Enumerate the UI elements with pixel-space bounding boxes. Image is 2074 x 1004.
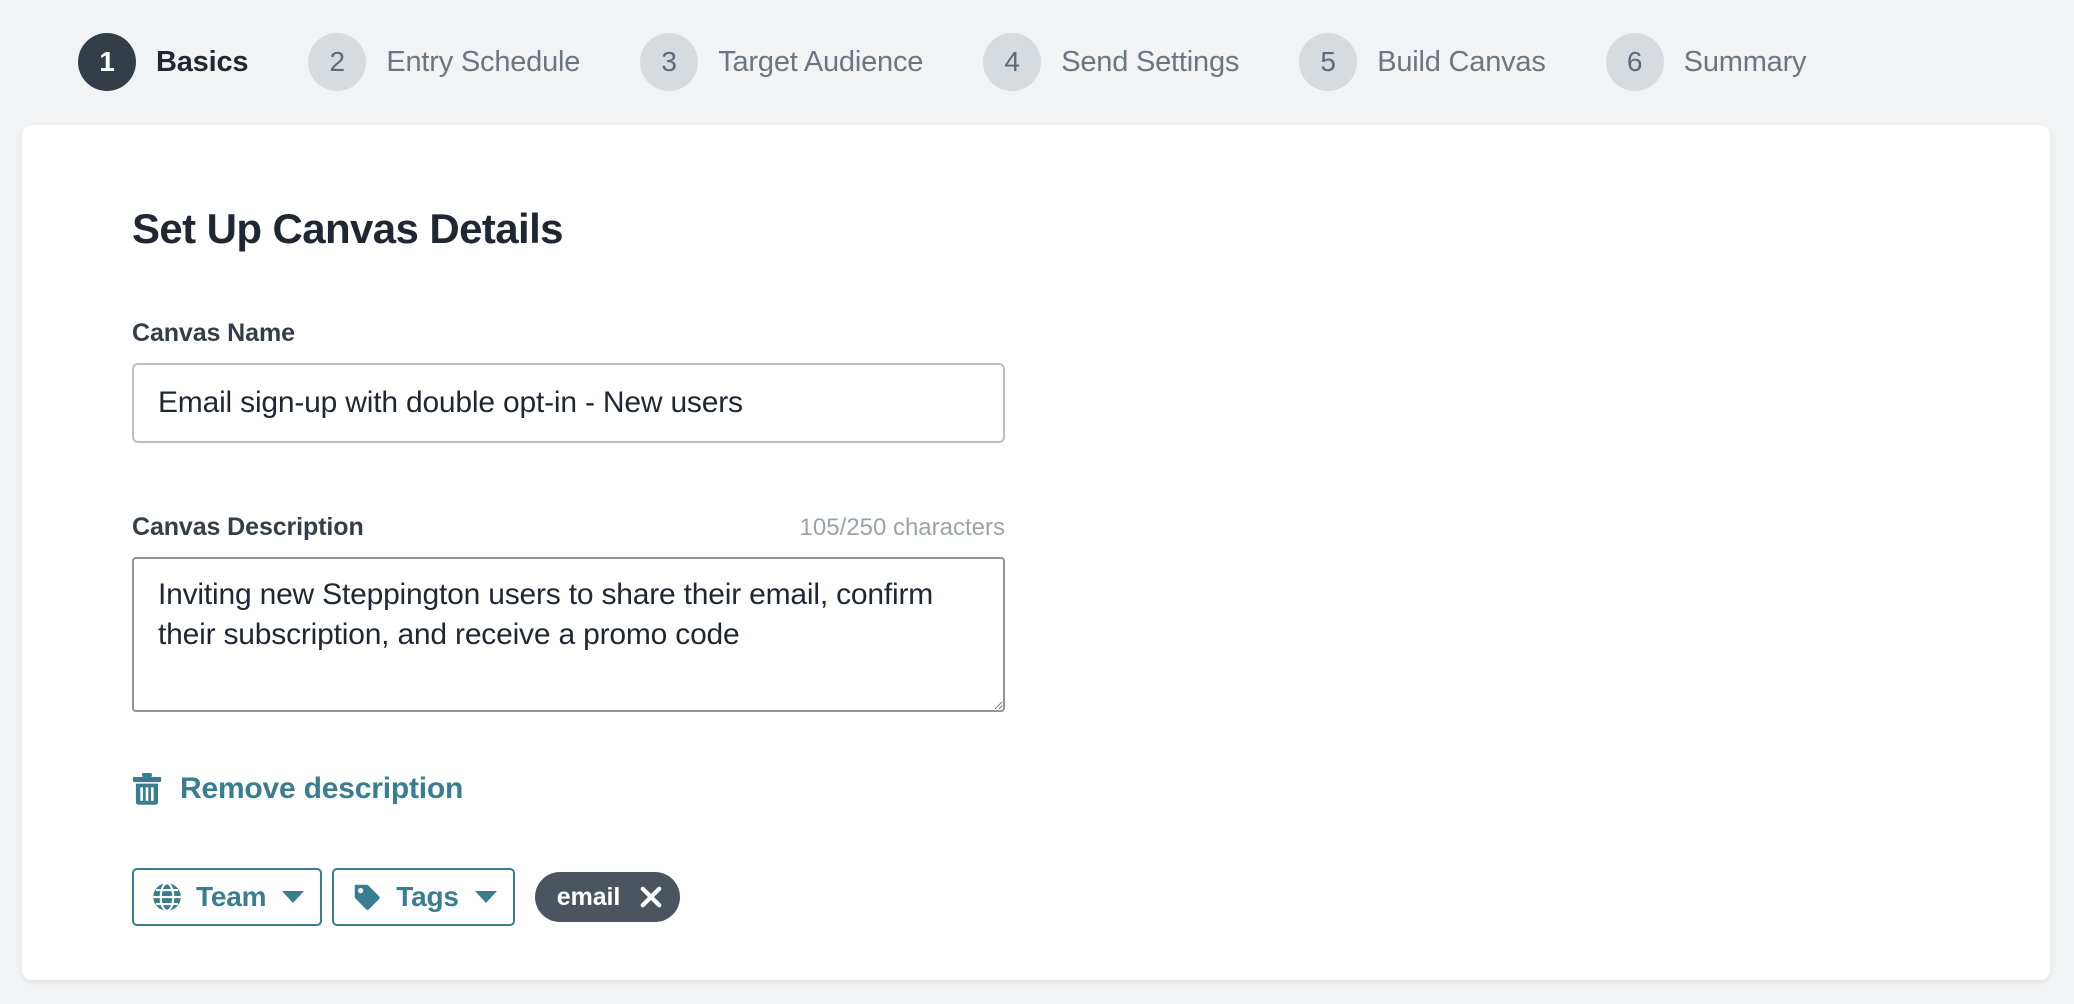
step-2-number: 2 [308,33,367,91]
remove-description-label: Remove description [180,772,464,805]
step-1-label: Basics [156,45,249,78]
globe-icon [152,882,182,912]
page-title: Set Up Canvas Details [132,205,564,252]
character-counter: 105/250 characters [799,514,1005,541]
trash-icon [132,773,162,805]
step-3-target-audience[interactable]: 3 Target Audience [640,33,923,91]
tags-dropdown-button[interactable]: Tags [332,868,515,926]
canvas-meta-button-row: Team Tags email [132,868,1932,926]
step-1-number: 1 [78,33,136,91]
remove-description-button[interactable]: Remove description [132,772,463,806]
canvas-name-label: Canvas Name [132,319,295,347]
card-content: Set Up Canvas Details Canvas Name Canvas… [132,205,1932,926]
canvas-description-label-row: Canvas Description 105/250 characters [132,513,1005,542]
tag-icon [352,882,382,912]
step-5-build-canvas[interactable]: 5 Build Canvas [1299,33,1546,91]
team-button-label: Team [196,881,267,912]
step-progress-bar: 1 Basics 2 Entry Schedule 3 Target Audie… [0,0,2074,124]
step-5-number: 5 [1299,33,1358,91]
step-6-number: 6 [1605,33,1664,91]
step-3-label: Target Audience [718,45,924,78]
step-6-label: Summary [1683,45,1807,78]
step-4-number: 4 [983,33,1042,91]
step-4-send-settings[interactable]: 4 Send Settings [983,33,1239,91]
step-3-number: 3 [640,33,699,91]
canvas-name-label-row: Canvas Name [132,319,1005,348]
step-2-entry-schedule[interactable]: 2 Entry Schedule [308,33,580,91]
step-5-label: Build Canvas [1377,45,1546,78]
chevron-down-icon [474,891,497,903]
canvas-description-label: Canvas Description [132,513,364,541]
canvas-description-textarea[interactable] [132,557,1005,712]
tag-chip-label: email [556,882,621,911]
tags-button-label: Tags [396,881,459,912]
step-4-label: Send Settings [1061,45,1240,78]
step-2-label: Entry Schedule [386,45,581,78]
canvas-name-input[interactable] [132,363,1005,443]
field-spacer [132,443,1932,513]
team-dropdown-button[interactable]: Team [132,868,323,926]
tag-chip-email: email [534,872,681,922]
step-1-basics[interactable]: 1 Basics [78,33,249,91]
close-icon[interactable] [620,886,662,908]
step-6-summary[interactable]: 6 Summary [1605,33,1807,91]
chevron-down-icon [282,891,305,903]
canvas-details-card: Set Up Canvas Details Canvas Name Canvas… [22,125,2050,980]
